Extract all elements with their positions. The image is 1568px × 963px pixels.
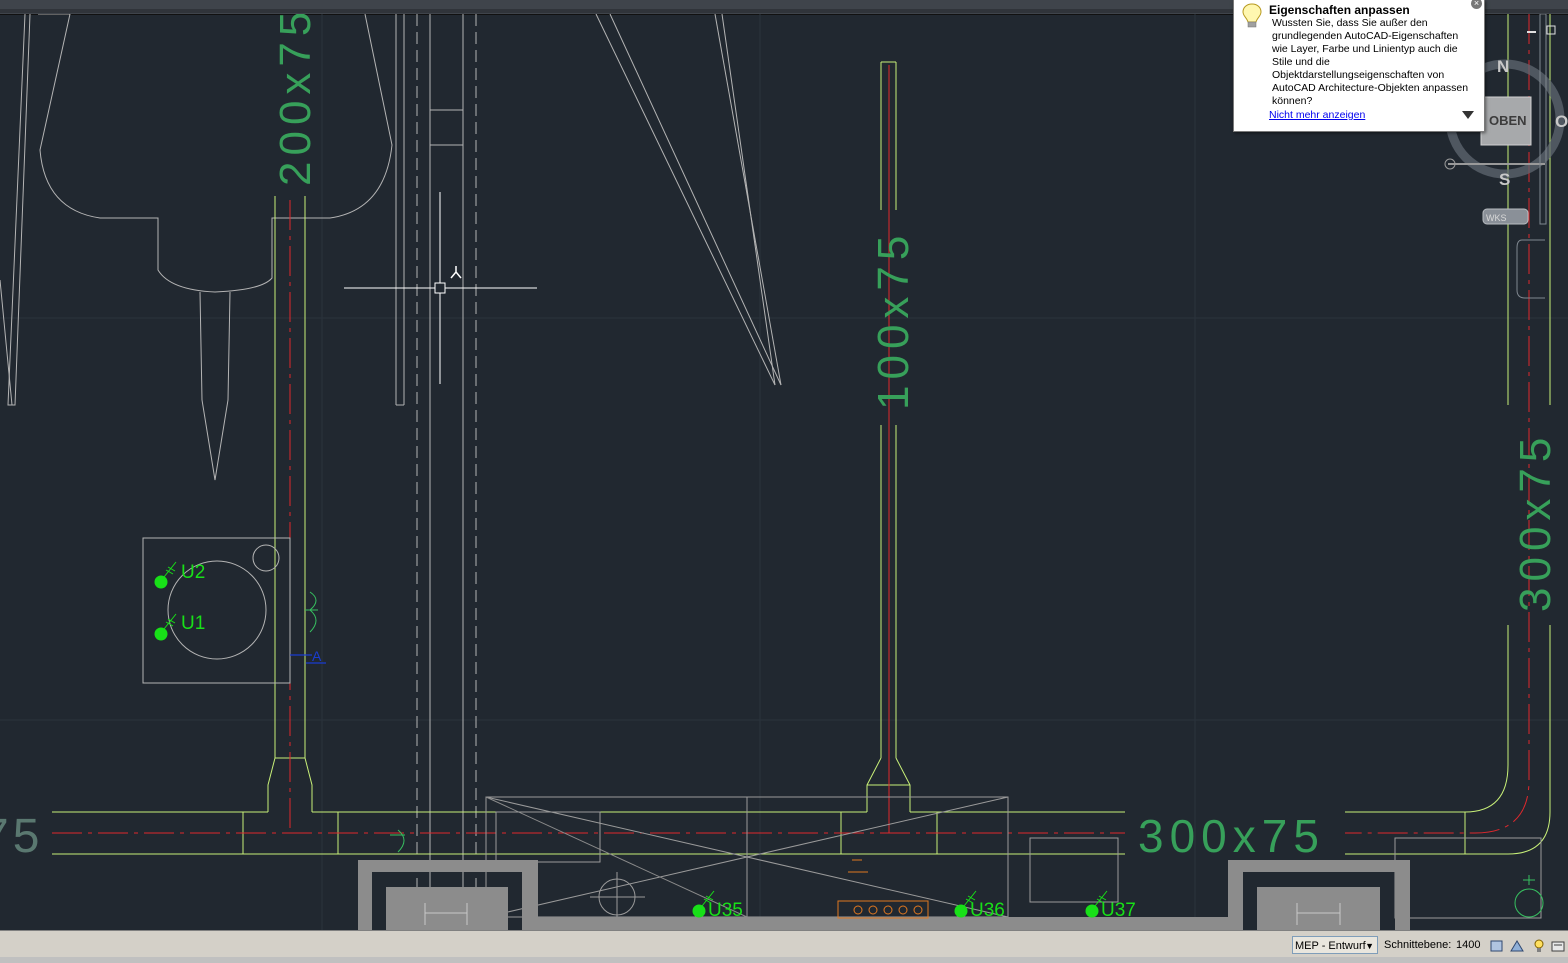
lightbulb-icon[interactable] <box>1532 939 1546 953</box>
outlet-label: U1 <box>181 613 205 634</box>
orange-unit <box>837 859 929 919</box>
outlet-box <box>142 537 291 684</box>
tray-settings-icon[interactable] <box>1551 939 1565 953</box>
workspace-value: MEP - Entwurf <box>1295 940 1366 952</box>
tip-body: Wussten Sie, dass Sie außer den grundleg… <box>1272 17 1469 107</box>
chevron-down-icon: ▼ <box>1365 941 1374 951</box>
crosshair-cursor <box>344 192 537 384</box>
tip-title: Eigenschaften anpassen <box>1269 3 1410 17</box>
viewport-controls[interactable] <box>1527 25 1556 35</box>
duct-size-label: 300x75 <box>1511 432 1560 612</box>
workspace-select[interactable]: MEP - Entwurf ▼ <box>1292 936 1378 954</box>
section-tag-label: A <box>312 648 322 664</box>
equipment <box>485 796 1542 920</box>
walls <box>358 860 1410 930</box>
viewcube-face-top[interactable]: OBEN <box>1489 113 1527 128</box>
drawing-canvas[interactable]: A 200x75 100x75 300x75 300x75 75 U2 U1 U… <box>0 14 1568 930</box>
outlet-label: U2 <box>181 562 205 583</box>
duct-size-label: 300x75 <box>1138 810 1325 862</box>
duct-size-label: 200x75 <box>271 14 320 186</box>
close-icon[interactable]: × <box>1471 0 1482 9</box>
display-config-icon[interactable] <box>1510 939 1524 953</box>
layer-icon[interactable] <box>1490 939 1504 953</box>
cut-plane-value[interactable]: 1400 <box>1456 936 1480 954</box>
dont-show-again-link[interactable]: Nicht mehr anzeigen <box>1269 109 1365 121</box>
wall-lines <box>395 14 477 930</box>
grid <box>0 14 1568 930</box>
viewcube-north[interactable]: N <box>1497 57 1509 76</box>
status-bar: MEP - Entwurf ▼ Schnittebene: 1400 <box>0 930 1568 963</box>
fixture-outline <box>0 14 393 481</box>
cut-plane-label: Schnittebene: <box>1384 939 1452 951</box>
outlet-label: U37 <box>1101 900 1136 921</box>
lightbulb-icon <box>1242 3 1262 28</box>
duct-size-label: 75 <box>0 810 43 863</box>
tip-balloon: Eigenschaften anpassen Wussten Sie, dass… <box>1233 0 1485 132</box>
outlet-label: U35 <box>708 900 743 921</box>
duct-size-label: 100x75 <box>869 230 918 410</box>
wcs-menu[interactable]: WKS <box>1486 213 1507 223</box>
viewcube-east[interactable]: O <box>1555 112 1568 131</box>
viewcube-south[interactable]: S <box>1499 170 1510 189</box>
expand-arrow-icon[interactable] <box>1462 111 1474 119</box>
outlet-label: U36 <box>970 900 1005 921</box>
diagonal-lines <box>595 14 782 386</box>
